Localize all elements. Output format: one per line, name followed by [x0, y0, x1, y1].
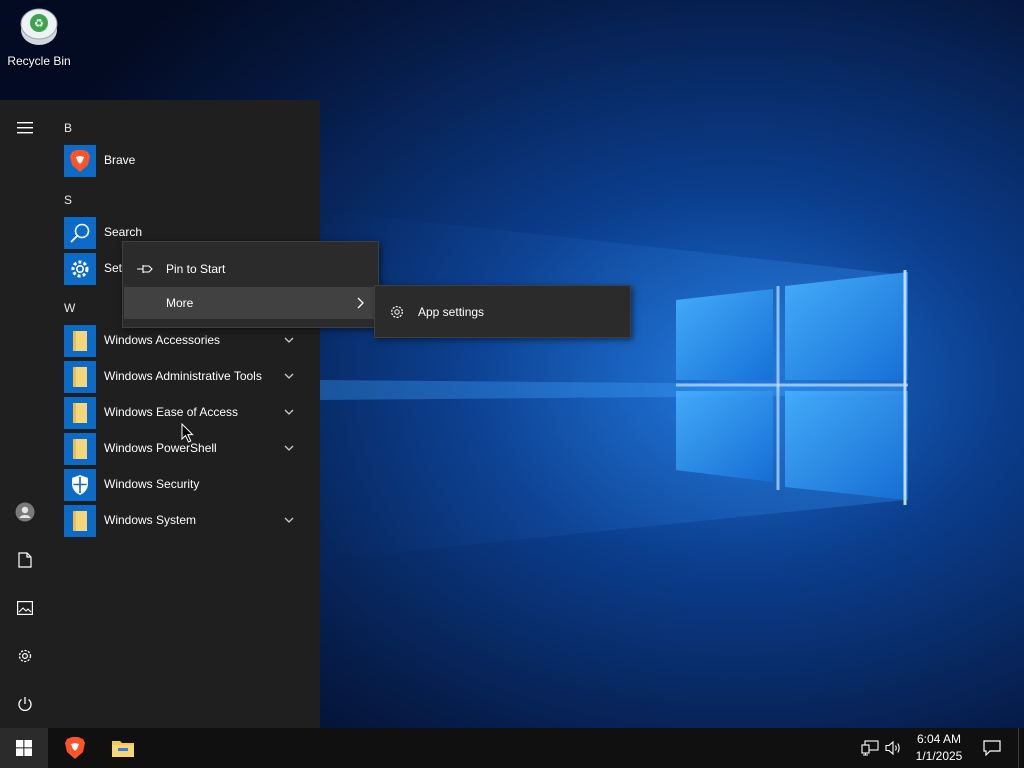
search-icon: [70, 223, 90, 243]
app-label: Windows Ease of Access: [104, 405, 239, 419]
power-icon: [18, 697, 32, 711]
clock-date: 1/1/2025: [915, 749, 963, 763]
start-button[interactable]: [0, 728, 48, 768]
pictures-icon: [17, 601, 33, 615]
hamburger-menu-icon: [17, 122, 33, 134]
taskbar-clock[interactable]: 6:04 AM 1/1/2025: [906, 731, 972, 765]
folder-icon: [73, 511, 87, 531]
group-header-w[interactable]: W: [64, 301, 75, 315]
app-tile: [64, 505, 96, 537]
context-item-label: More: [166, 296, 194, 310]
app-item-brave[interactable]: Brave: [64, 145, 306, 177]
app-tile: [64, 253, 96, 285]
submenu-item-app-settings[interactable]: App settings: [376, 296, 629, 328]
context-submenu: App settings: [374, 285, 631, 338]
user-avatar-icon: [15, 502, 35, 522]
svg-text:♻: ♻: [34, 17, 44, 30]
action-center-button[interactable]: [978, 728, 1006, 768]
app-label: Windows PowerShell: [104, 441, 217, 455]
app-tile: [64, 469, 96, 501]
app-tile: [64, 325, 96, 357]
folder-icon: [73, 367, 87, 387]
brave-icon: [65, 737, 85, 759]
app-label: Search: [104, 225, 143, 239]
app-label: Windows Administrative Tools: [104, 369, 262, 383]
brave-lion-icon: [70, 150, 90, 172]
expand-menu-button[interactable]: [0, 108, 50, 148]
pin-icon: [137, 265, 153, 273]
settings-gear-icon: [71, 260, 89, 278]
mouse-cursor-icon: [181, 423, 194, 443]
windows-logo-icon: [16, 740, 32, 756]
settings-icon: [18, 649, 32, 663]
power-button[interactable]: [0, 684, 50, 724]
start-menu-rail: [0, 100, 50, 728]
context-menu: Pin to Start More: [122, 241, 379, 328]
context-item-label: Pin to Start: [166, 262, 226, 276]
clock-time: 6:04 AM: [916, 732, 962, 746]
app-item-windows-accessories[interactable]: Windows Accessories: [64, 325, 306, 357]
chevron-down-icon[interactable]: [284, 443, 294, 453]
chevron-down-icon[interactable]: [284, 371, 294, 381]
recycle-bin-icon: ♻: [20, 8, 58, 45]
context-item-more[interactable]: More: [124, 287, 377, 319]
app-label: Windows System: [104, 513, 197, 527]
app-tile: [64, 361, 96, 393]
app-label: Windows Security: [104, 477, 200, 491]
tray-network-button[interactable]: [860, 738, 880, 758]
chevron-down-icon[interactable]: [284, 407, 294, 417]
group-header-s[interactable]: S: [64, 193, 72, 207]
user-account-button[interactable]: [0, 492, 50, 532]
documents-button[interactable]: [0, 540, 50, 580]
app-label: Windows Accessories: [104, 333, 221, 347]
app-tile: [64, 397, 96, 429]
taskbar-app-file-explorer[interactable]: [99, 728, 147, 768]
app-label: Brave: [104, 153, 136, 167]
desktop-icon-recycle-bin[interactable]: ♻ Recycle Bin: [2, 4, 76, 68]
app-item-windows-security[interactable]: Windows Security: [64, 469, 306, 501]
gear-icon: [391, 306, 403, 318]
group-header-b[interactable]: B: [64, 121, 72, 135]
app-item-windows-system[interactable]: Windows System: [64, 505, 306, 537]
chevron-down-icon[interactable]: [284, 335, 294, 345]
app-item-windows-administrative-tools[interactable]: Windows Administrative Tools: [64, 361, 306, 393]
context-item-pin-to-start[interactable]: Pin to Start: [124, 253, 377, 285]
file-explorer-icon: [112, 741, 134, 757]
shield-icon: [72, 475, 88, 495]
folder-icon: [73, 403, 87, 423]
taskbar-app-brave[interactable]: [51, 728, 99, 768]
app-tile: [64, 217, 96, 249]
tray-volume-button[interactable]: [884, 738, 904, 758]
network-icon: [861, 740, 879, 756]
pictures-button[interactable]: [0, 588, 50, 628]
action-center-icon: [983, 740, 1001, 756]
show-desktop-button[interactable]: [1018, 728, 1024, 768]
desktop-icon-label: Recycle Bin: [7, 54, 71, 68]
app-tile: [64, 433, 96, 465]
volume-icon: [885, 740, 900, 756]
folder-icon: [73, 439, 87, 459]
chevron-right-icon: [357, 297, 364, 309]
taskbar: 6:04 AM 1/1/2025: [0, 728, 1024, 768]
app-list: B Brave S Search W Windows Accessories W…: [50, 100, 320, 728]
settings-button[interactable]: [0, 636, 50, 676]
folder-icon: [73, 331, 87, 351]
start-menu: B Brave S Search W Windows Accessories W…: [0, 100, 320, 728]
context-item-label: App settings: [418, 305, 485, 319]
app-tile: [64, 145, 96, 177]
documents-icon: [18, 552, 32, 568]
chevron-down-icon[interactable]: [284, 515, 294, 525]
